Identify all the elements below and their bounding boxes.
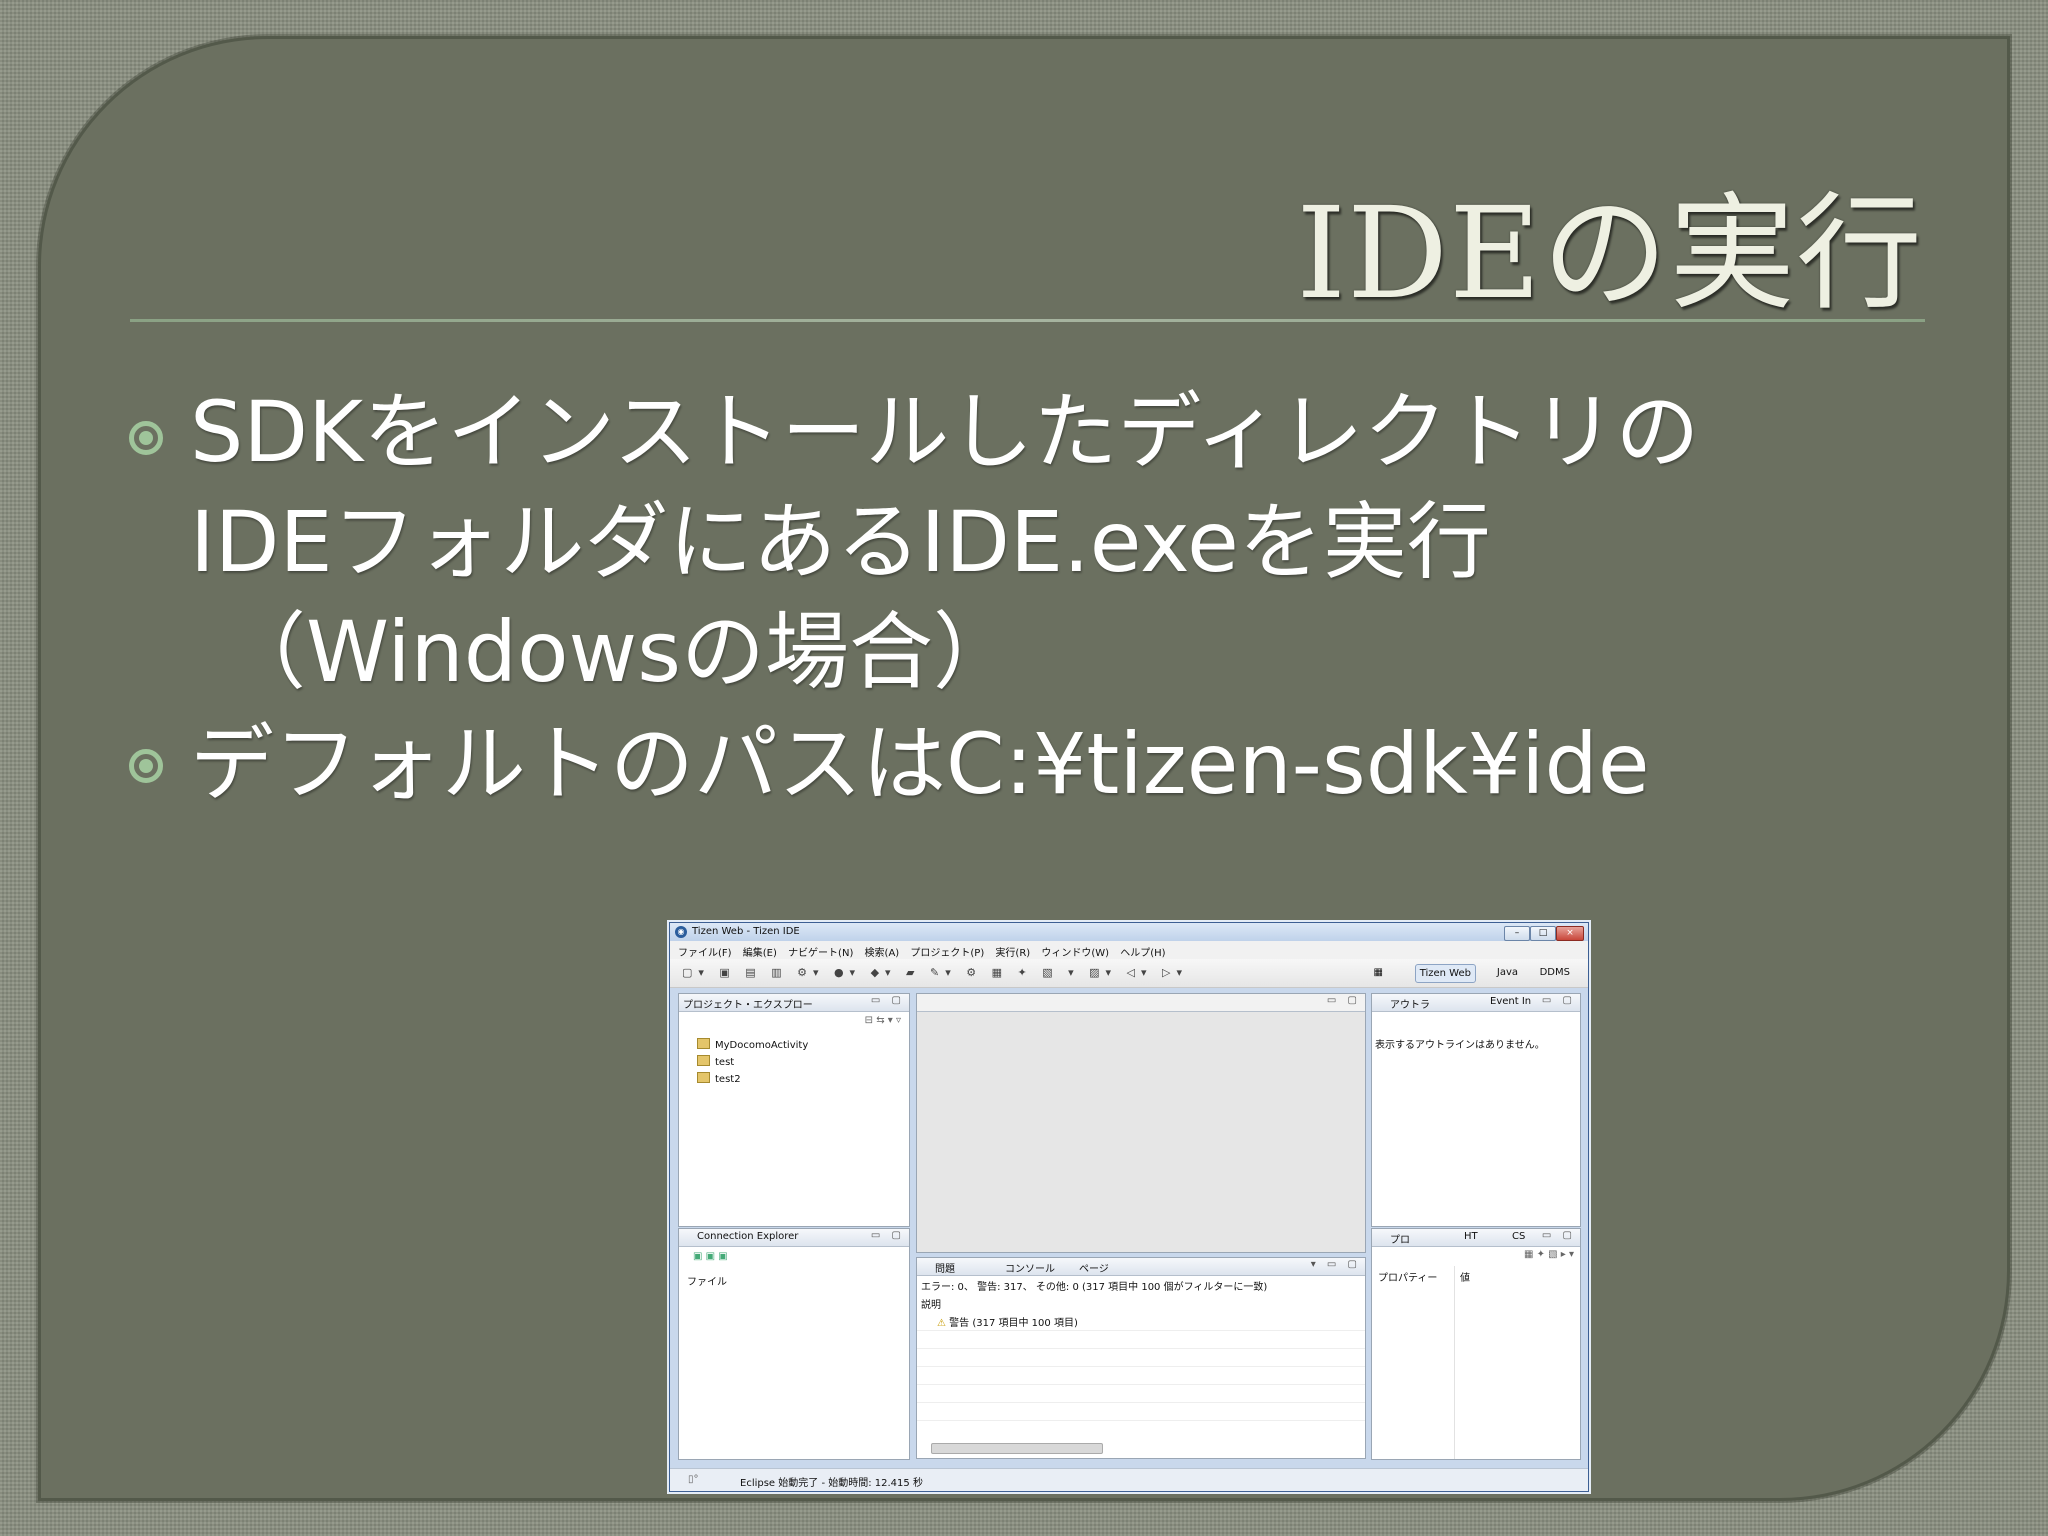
problems-view: 問題 コンソール ページ ▾ ▭ ▢ エラー: 0、 警告: 317、 その他:…	[916, 1257, 1366, 1459]
maximize-icon[interactable]: □	[1530, 926, 1556, 941]
view-controls[interactable]: ▭ ▢	[1542, 1230, 1576, 1241]
tab-pages[interactable]: ページ	[1079, 1260, 1109, 1275]
perspective-java[interactable]: Java	[1497, 964, 1518, 981]
menu-file[interactable]: ファイル(F)	[678, 944, 732, 959]
explorer-toolbar[interactable]: ⊟ ⇆ ▾ ▿	[865, 1015, 901, 1026]
outline-view: アウトラ Event In ▭ ▢ 表示するアウトラインはありません。	[1371, 993, 1581, 1227]
warning-icon: ⚠	[937, 1318, 950, 1329]
bullet-1-line-1: SDKをインストールしたディレクトリの	[190, 383, 1700, 481]
tizen-icon: ◉	[675, 926, 687, 938]
bullet-icon	[129, 749, 163, 783]
tab-problems[interactable]: 問題	[935, 1260, 955, 1275]
connection-toolbar[interactable]: ▣ ▣ ▣	[693, 1251, 728, 1262]
view-controls[interactable]: ▭ ▢	[871, 995, 905, 1006]
status-icon: ▯°	[688, 1474, 699, 1485]
tab-properties[interactable]: プロ	[1390, 1231, 1410, 1246]
menu-edit[interactable]: 編集(E)	[743, 944, 777, 959]
slide-title: IDEの実行	[1296, 180, 1923, 327]
tab-console[interactable]: コンソール	[1005, 1260, 1055, 1275]
view-controls[interactable]: ▭ ▢	[871, 1230, 905, 1241]
property-column-header: プロパティー	[1378, 1273, 1438, 1284]
folder-icon	[697, 1055, 710, 1066]
close-icon[interactable]: ×	[1556, 926, 1584, 941]
problems-summary: エラー: 0、 警告: 317、 その他: 0 (317 項目中 100 個がフ…	[921, 1282, 1268, 1293]
menu-navigate[interactable]: ナビゲート(N)	[788, 944, 853, 959]
tab-outline[interactable]: アウトラ	[1390, 996, 1430, 1011]
tree-item[interactable]: MyDocomoActivity	[697, 1038, 808, 1051]
properties-toolbar[interactable]: ▦ ✦ ▧ ▸ ▾	[1524, 1249, 1574, 1260]
horizontal-scrollbar[interactable]	[931, 1443, 1103, 1454]
perspective-ddms[interactable]: DDMS	[1540, 964, 1570, 981]
menu-run[interactable]: 実行(R)	[995, 944, 1030, 959]
bullet-2-line-1: デフォルトのパスはC:¥tizen-sdk¥ide	[190, 715, 1650, 813]
outline-message: 表示するアウトラインはありません。	[1375, 1040, 1545, 1051]
perspective-icon[interactable]: ▦	[1374, 964, 1383, 981]
properties-view: プロ HT CS ▭ ▢ ▦ ✦ ▧ ▸ ▾ プロパティー 値	[1371, 1228, 1581, 1460]
folder-icon	[697, 1072, 710, 1083]
ide-screenshot: ◉ Tizen Web - Tizen IDE – □ × ファイル(F) 編集…	[669, 922, 1589, 1492]
tab-cs[interactable]: CS	[1512, 1231, 1525, 1242]
ide-toolbar: ▢▾ ▣ ▤ ▥ ⚙▾ ●▾ ◆▾ ▰ ✎▾ ⚙ ▦ ✦ ▧ ▾ ▨▾ ◁▾ ▷…	[670, 959, 1588, 988]
ide-menubar: ファイル(F) 編集(E) ナビゲート(N) 検索(A) プロジェクト(P) 実…	[670, 941, 1588, 959]
connection-explorer: Connection Explorer ▭ ▢ ▣ ▣ ▣ ファイル	[678, 1228, 910, 1460]
view-controls[interactable]: ▭ ▢	[1542, 995, 1576, 1006]
tab-event-in[interactable]: Event In	[1490, 996, 1531, 1007]
menu-window[interactable]: ウィンドウ(W)	[1041, 944, 1109, 959]
perspective-tizen-web[interactable]: Tizen Web	[1414, 964, 1476, 983]
ide-window-title: Tizen Web - Tizen IDE	[692, 926, 800, 937]
value-column-header: 値	[1460, 1273, 1470, 1284]
bullet-icon	[129, 421, 163, 455]
tab-ht[interactable]: HT	[1464, 1231, 1478, 1242]
tab-connection-explorer[interactable]: Connection Explorer	[697, 1231, 798, 1242]
minimize-icon[interactable]: –	[1504, 926, 1530, 941]
tree-item[interactable]: test2	[697, 1072, 741, 1085]
bullet-1-line-2: IDEフォルダにあるIDE.exeを実行	[190, 493, 1491, 591]
ide-titlebar: ◉ Tizen Web - Tizen IDE – □ ×	[670, 923, 1588, 941]
view-controls[interactable]: ▭ ▢	[1327, 995, 1361, 1006]
description-column-header: 説明	[921, 1300, 941, 1311]
editor-area: ▭ ▢	[916, 993, 1366, 1253]
status-message: Eclipse 始動完了 - 始動時間: 12.415 秒	[740, 1478, 923, 1489]
menu-search[interactable]: 検索(A)	[865, 944, 900, 959]
ide-statusbar: ▯° Eclipse 始動完了 - 始動時間: 12.415 秒	[670, 1468, 1588, 1491]
tree-item[interactable]: test	[697, 1055, 734, 1068]
view-controls[interactable]: ▾ ▭ ▢	[1311, 1259, 1361, 1270]
menu-help[interactable]: ヘルプ(H)	[1120, 944, 1165, 959]
problems-row[interactable]: ⚠ 警告 (317 項目中 100 項目)	[937, 1314, 1078, 1329]
title-divider	[130, 319, 1925, 322]
menu-project[interactable]: プロジェクト(P)	[910, 944, 984, 959]
bullet-1-line-3: （Windowsの場合）	[222, 603, 1017, 701]
tab-project-explorer[interactable]: プロジェクト・エクスプロー	[683, 996, 813, 1011]
folder-icon	[697, 1038, 710, 1049]
file-column-header: ファイル	[687, 1277, 727, 1288]
project-explorer: プロジェクト・エクスプロー ▭ ▢ ⊟ ⇆ ▾ ▿ MyDocomoActivi…	[678, 993, 910, 1227]
toolbar-icons[interactable]: ▢▾ ▣ ▤ ▥ ⚙▾ ●▾ ◆▾ ▰ ✎▾ ⚙ ▦ ✦ ▧ ▾ ▨▾ ◁▾ ▷…	[682, 966, 1188, 979]
